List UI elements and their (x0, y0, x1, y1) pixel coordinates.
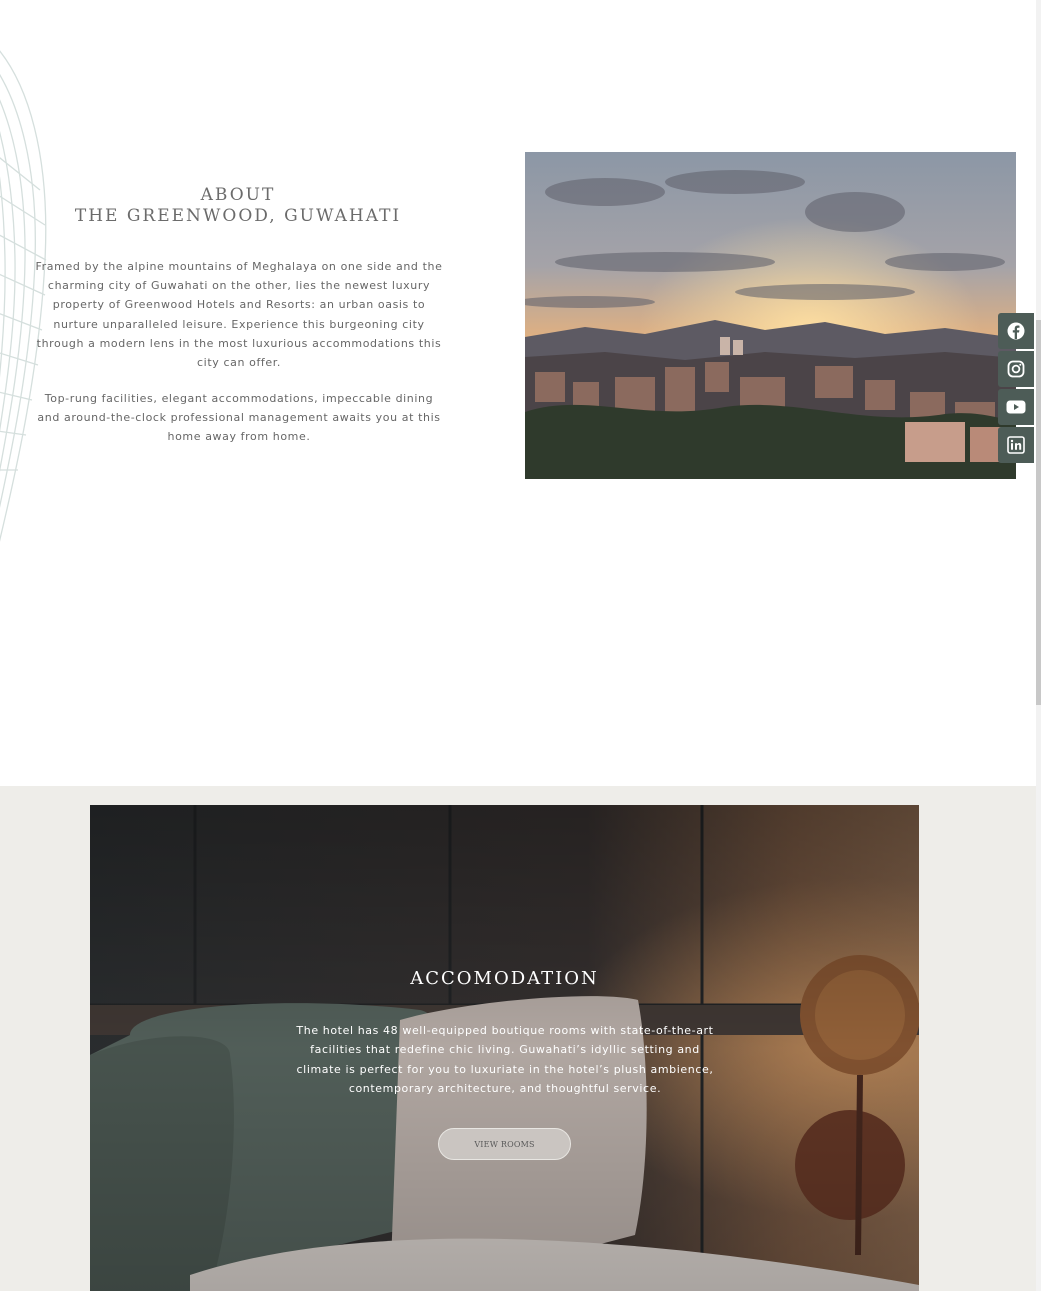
youtube-icon (1006, 400, 1026, 414)
about-heading-line1: ABOUT (200, 185, 276, 205)
instagram-icon (1007, 360, 1025, 378)
about-heading-line2: THE GREENWOOD, GUWAHATI (74, 206, 402, 226)
social-sidebar (998, 313, 1034, 465)
scrollbar-thumb[interactable] (1036, 320, 1041, 705)
linkedin-icon (1007, 436, 1025, 454)
about-paragraph-1: Framed by the alpine mountains of Meghal… (35, 260, 443, 370)
about-heading: ABOUT THE GREENWOOD, GUWAHATI (40, 185, 436, 227)
accommodation-description: The hotel has 48 well-equipped boutique … (296, 1024, 714, 1095)
view-rooms-button[interactable]: VIEW ROOMS (438, 1128, 571, 1160)
about-section: ABOUT THE GREENWOOD, GUWAHATI Framed by … (0, 0, 1036, 786)
linkedin-button[interactable] (998, 427, 1034, 463)
facebook-icon (1007, 322, 1025, 340)
guwahati-sunset-photo (525, 152, 1016, 479)
facebook-button[interactable] (998, 313, 1034, 349)
youtube-button[interactable] (998, 389, 1034, 425)
instagram-button[interactable] (998, 351, 1034, 387)
about-paragraph-2: Top-rung facilities, elegant accommodati… (37, 392, 441, 444)
accommodation-title: ACCOMODATION (410, 968, 599, 989)
